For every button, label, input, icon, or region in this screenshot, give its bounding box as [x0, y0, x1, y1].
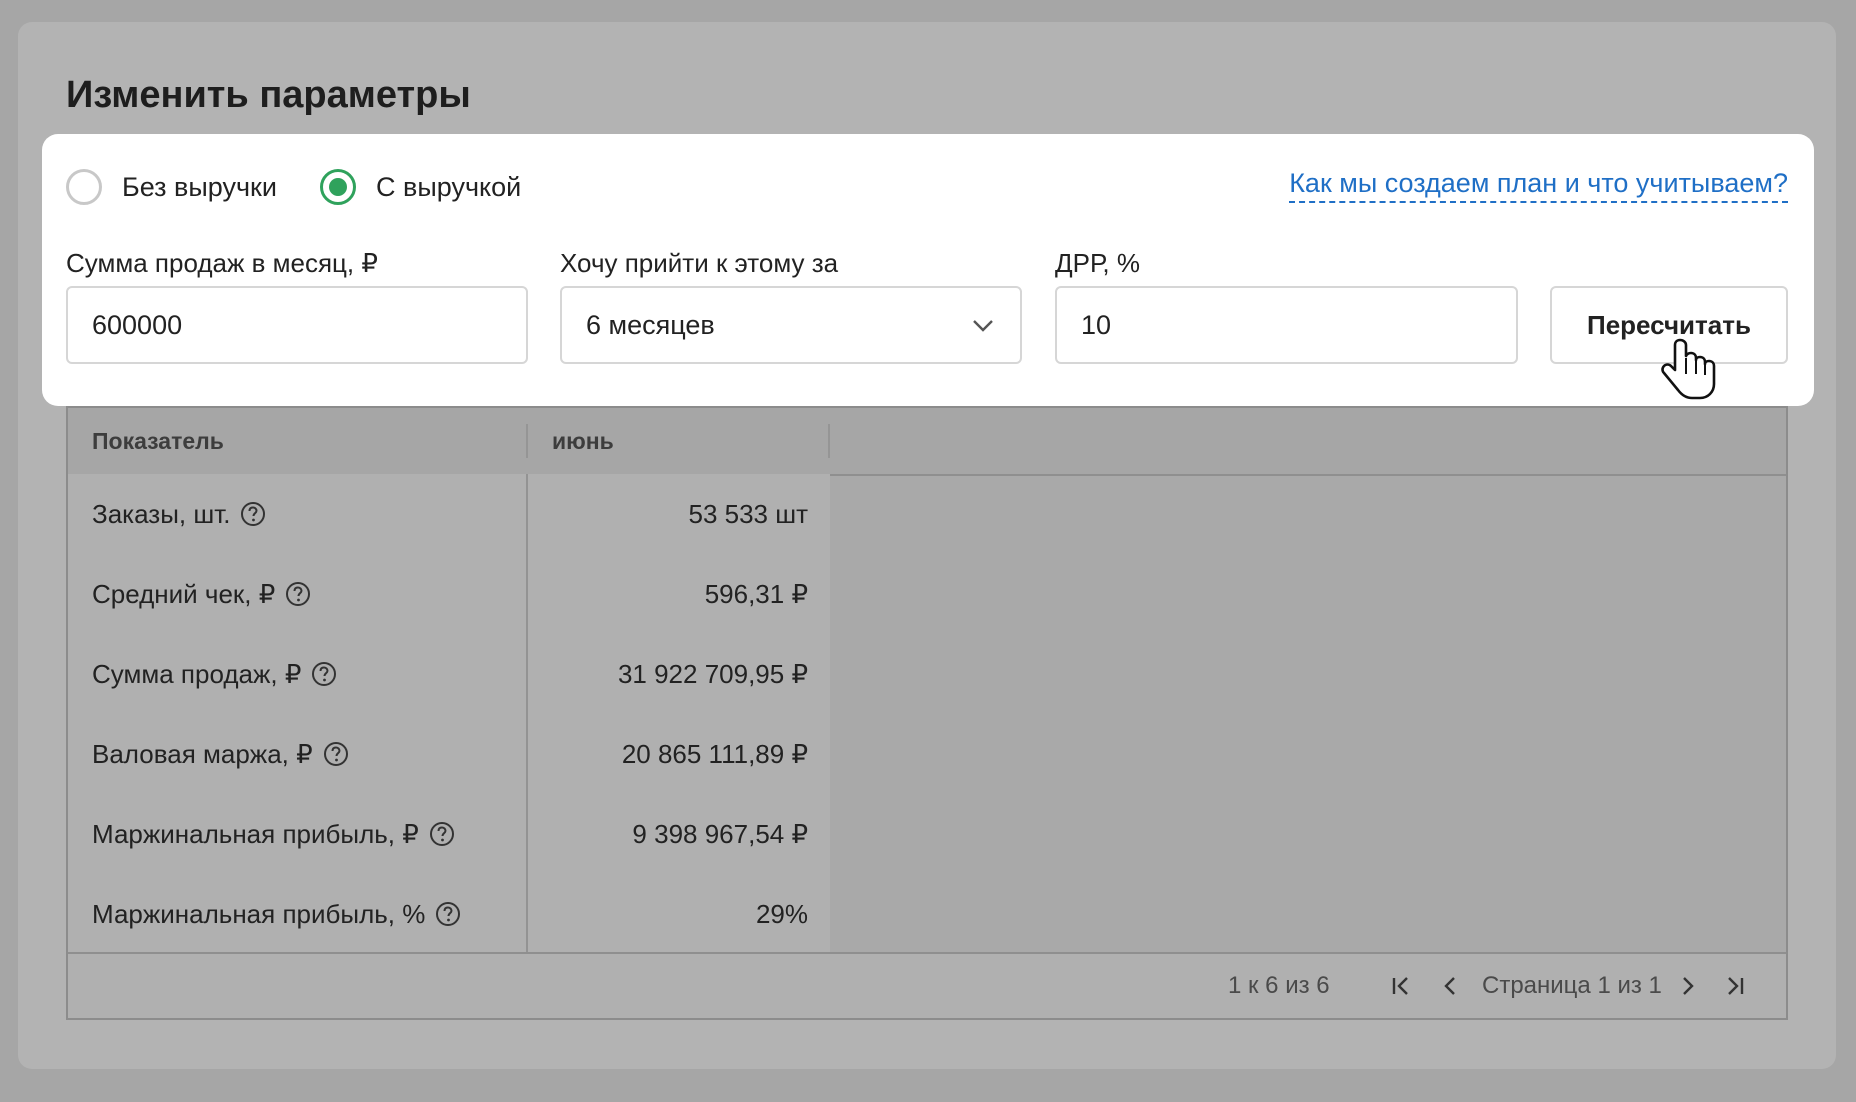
previous-page-icon[interactable] — [1436, 972, 1464, 1000]
help-circle-icon[interactable] — [240, 501, 266, 527]
row-value: 31 922 709,95 ₽ — [617, 658, 808, 689]
last-page-icon[interactable] — [1720, 972, 1748, 1000]
hand-pointer-cursor-icon — [1661, 338, 1716, 400]
help-circle-icon[interactable] — [323, 741, 349, 767]
drr-field-label: ДРР, % — [1055, 248, 1140, 278]
help-circle-icon[interactable] — [311, 661, 337, 687]
page-title: Изменить параметры — [66, 74, 471, 116]
sales-field-label: Сумма продаж в месяц, ₽ — [66, 248, 378, 278]
pagination-range: 1 к 6 из 6 — [1228, 972, 1330, 999]
column-header-indicator[interactable]: Показатель — [92, 408, 224, 474]
row-label: Заказы, шт. — [92, 474, 266, 554]
table-row: Средний чек, ₽ 596,31 ₽ — [68, 554, 830, 636]
pagination-page: Страница 1 из 1 — [1482, 972, 1662, 999]
radio-without-revenue[interactable]: Без выручки — [66, 166, 277, 208]
row-value: 596,31 ₽ — [704, 578, 808, 609]
table-pagination: 1 к 6 из 6 Страница 1 из 1 — [68, 952, 1786, 1018]
row-value: 53 533 шт — [688, 498, 808, 529]
row-label: Средний чек, ₽ — [92, 554, 311, 634]
plan-table: Показатель июнь Заказы, шт. 53 533 шт Ср… — [66, 406, 1788, 1020]
column-divider[interactable] — [526, 424, 528, 458]
table-row: Маржинальная прибыль, ₽ 9 398 967,54 ₽ — [68, 794, 830, 876]
drr-input[interactable]: 10 — [1055, 286, 1518, 364]
row-value: 9 398 967,54 ₽ — [632, 818, 808, 849]
chevron-down-icon[interactable] — [972, 314, 994, 336]
sales-input[interactable]: 600000 — [66, 286, 528, 364]
row-label: Сумма продаж, ₽ — [92, 634, 337, 714]
row-label: Маржинальная прибыль, ₽ — [92, 794, 455, 874]
radio-with-revenue[interactable]: С выручкой — [320, 166, 521, 208]
drr-input-value: 10 — [1081, 309, 1112, 340]
table-row: Заказы, шт. 53 533 шт — [68, 474, 830, 556]
table-header: Показатель июнь — [68, 408, 1786, 476]
radio-label: С выручкой — [376, 171, 522, 202]
row-label: Валовая маржа, ₽ — [92, 714, 349, 794]
page-background: Изменить параметры Без выручки С выручко… — [0, 0, 1856, 1102]
radio-label: Без выручки — [122, 171, 277, 202]
period-select[interactable]: 6 месяцев — [560, 286, 1022, 364]
next-page-icon[interactable] — [1674, 972, 1702, 1000]
sales-input-value: 600000 — [92, 309, 183, 340]
column-resize-handle[interactable] — [828, 424, 830, 458]
help-circle-icon[interactable] — [435, 901, 461, 927]
radio-circle[interactable] — [66, 169, 102, 205]
table-row: Валовая маржа, ₽ 20 865 111,89 ₽ — [68, 714, 830, 796]
first-page-icon[interactable] — [1388, 972, 1416, 1000]
how-plan-created-link[interactable]: Как мы создаем план и что учитываем? — [1289, 168, 1788, 203]
row-label: Маржинальная прибыль, % — [92, 874, 461, 954]
column-header-month[interactable]: июнь — [552, 408, 614, 474]
period-field-label: Хочу прийти к этому за — [560, 248, 839, 278]
help-circle-icon[interactable] — [285, 581, 311, 607]
help-circle-icon[interactable] — [429, 821, 455, 847]
table-row: Сумма продаж, ₽ 31 922 709,95 ₽ — [68, 634, 830, 716]
radio-circle-checked[interactable] — [320, 169, 356, 205]
row-value: 20 865 111,89 ₽ — [621, 738, 808, 769]
row-value: 29% — [755, 898, 808, 929]
table-row: Маржинальная прибыль, % 29% — [68, 874, 830, 956]
column-divider — [526, 474, 528, 954]
period-select-value: 6 месяцев — [586, 309, 715, 340]
bottom-backdrop — [0, 1069, 1856, 1102]
